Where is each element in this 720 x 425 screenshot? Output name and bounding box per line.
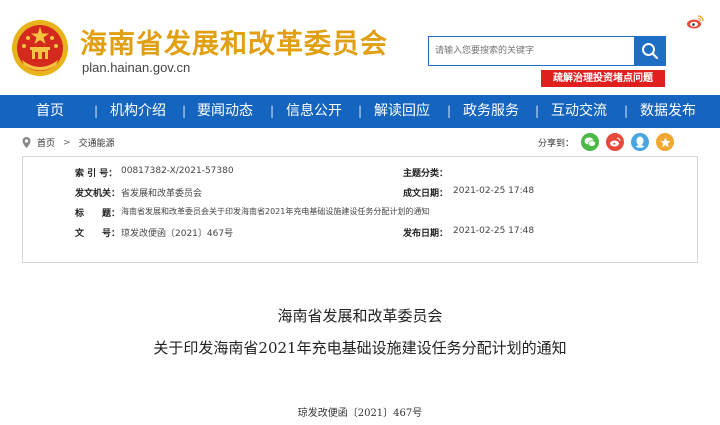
site-header: 海南省发展和改革委员会 plan.hainan.gov.cn 疏解治理投资堵点问… — [0, 0, 720, 95]
document-info-table: 索 引 号： 00817382-X/2021-57380 主题分类： 发文机关：… — [22, 156, 698, 263]
document-title: 关于印发海南省2021年充电基础设施建设任务分配计划的通知 — [153, 339, 567, 357]
index-label: 索 引 号： — [75, 169, 118, 179]
nav-separator: | — [94, 104, 99, 118]
title-label: 标 题： — [75, 209, 121, 219]
breadcrumb-separator: > — [63, 137, 71, 148]
main-nav: 首页 | 机构介绍 | 要闻动态 | 信息公开 | 解读回应 | 政务服务 | … — [0, 95, 720, 128]
star-icon — [660, 137, 671, 147]
created-date-value: 2021-02-25 17:48 — [453, 186, 535, 196]
share-favorite-button[interactable] — [656, 133, 675, 151]
nav-separator: | — [624, 104, 629, 118]
created-date-label: 成文日期： — [403, 189, 449, 199]
share-label: 分享到： — [538, 138, 575, 149]
weibo-icon — [610, 137, 621, 147]
nav-item-disclosure[interactable]: 信息公开 — [286, 95, 342, 128]
nav-item-news[interactable]: 要闻动态 — [197, 95, 253, 128]
nav-item-data[interactable]: 数据发布 — [640, 95, 696, 128]
issuer-value: 省发展和改革委员会 — [121, 189, 203, 199]
share-bar: 分享到： — [538, 133, 675, 151]
share-wechat-button[interactable] — [581, 133, 600, 151]
national-emblem-icon — [12, 20, 68, 76]
search-icon — [642, 43, 659, 60]
search-input[interactable] — [428, 36, 634, 66]
location-pin-icon — [22, 137, 31, 148]
wechat-icon — [584, 137, 596, 147]
nav-separator: | — [358, 104, 363, 118]
breadcrumb-current[interactable]: 交通能源 — [79, 136, 115, 149]
breadcrumb-home[interactable]: 首页 — [37, 136, 55, 149]
search-button[interactable] — [634, 36, 666, 66]
published-date-value: 2021-02-25 17:48 — [453, 226, 535, 236]
promo-banner[interactable]: 疏解治理投资堵点问题 — [541, 70, 665, 87]
published-date-label: 发布日期： — [403, 229, 449, 239]
weibo-icon[interactable] — [686, 15, 704, 29]
nav-item-interpretation[interactable]: 解读回应 — [374, 95, 430, 128]
nav-separator: | — [535, 104, 540, 118]
nav-item-about[interactable]: 机构介绍 — [110, 95, 166, 128]
index-value: 00817382-X/2021-57380 — [121, 166, 234, 176]
site-title[interactable]: 海南省发展和改革委员会 — [80, 22, 388, 61]
nav-separator: | — [447, 104, 452, 118]
document-issuer-heading: 海南省发展和改革委员会 — [277, 307, 443, 325]
site-url[interactable]: plan.hainan.gov.cn — [82, 60, 190, 75]
doc-number-value: 琼发改便函〔2021〕467号 — [121, 229, 234, 239]
share-qq-button[interactable] — [631, 133, 650, 151]
nav-item-interaction[interactable]: 互动交流 — [551, 95, 607, 128]
issuer-label: 发文机关： — [75, 189, 121, 199]
nav-separator: | — [270, 104, 275, 118]
title-value: 海南省发展和改革委员会关于印发海南省2021年充电基础设施建设任务分配计划的通知 — [121, 207, 430, 216]
nav-separator: | — [182, 104, 187, 118]
doc-number-label: 文 号： — [75, 229, 121, 239]
breadcrumb: 首页 > 交通能源 — [22, 136, 115, 149]
topic-label: 主题分类： — [403, 169, 449, 179]
nav-item-home[interactable]: 首页 — [36, 95, 64, 128]
nav-item-services[interactable]: 政务服务 — [463, 95, 519, 128]
qq-icon — [636, 136, 645, 148]
share-weibo-button[interactable] — [606, 133, 625, 151]
document-number: 琼发改便函〔2021〕467号 — [297, 408, 423, 419]
